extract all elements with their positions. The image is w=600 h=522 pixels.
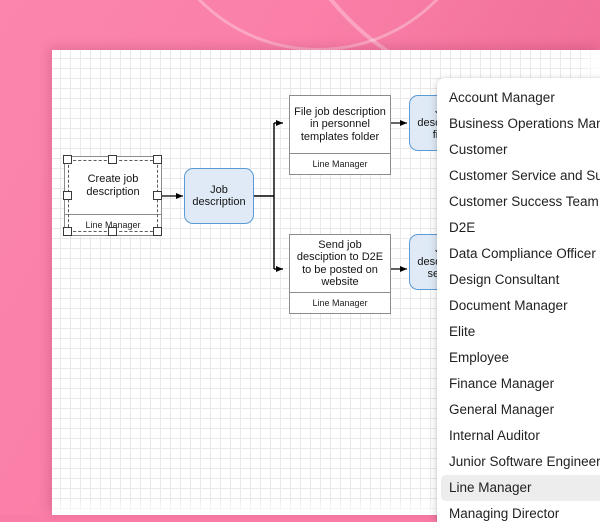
node-label: Create job description <box>86 173 140 198</box>
node-send-job-description[interactable]: Send job desciption to D2E to be posted … <box>289 234 391 314</box>
resize-handle-sw[interactable] <box>63 227 72 236</box>
dropdown-option[interactable]: Design Consultant <box>441 267 600 293</box>
dropdown-option-list[interactable]: Account ManagerBusiness Operations Manag… <box>437 85 600 522</box>
node-lane-label: Line Manager <box>290 292 390 313</box>
dropdown-option[interactable]: Data Compliance Officer <box>441 241 600 267</box>
dropdown-option[interactable]: Customer <box>441 137 600 163</box>
resize-handle-n[interactable] <box>108 155 117 164</box>
dropdown-option[interactable]: Junior Software Engineer <box>441 449 600 475</box>
node-label: Send job desciption to D2E to be posted … <box>296 238 384 289</box>
resize-handle-s[interactable] <box>108 227 117 236</box>
node-create-job-description[interactable]: Create job description Line Manager <box>64 156 162 236</box>
dropdown-option[interactable]: Employee <box>441 345 600 371</box>
dropdown-option[interactable]: General Manager <box>441 397 600 423</box>
dropdown-option[interactable]: D2E <box>441 215 600 241</box>
resize-handle-e[interactable] <box>153 191 162 200</box>
resize-handle-nw[interactable] <box>63 155 72 164</box>
dropdown-option[interactable]: Account Manager <box>441 85 600 111</box>
node-job-description[interactable]: Job description <box>184 168 254 224</box>
dropdown-option[interactable]: Document Manager <box>441 293 600 319</box>
dropdown-option[interactable]: Customer Success Team <box>441 189 600 215</box>
node-file-job-description[interactable]: File job description in personnel templa… <box>289 95 391 175</box>
node-lane-label: Line Manager <box>290 153 390 174</box>
node-label: Job description <box>192 183 246 209</box>
resize-handle-w[interactable] <box>63 191 72 200</box>
node-label: File job description in personnel templa… <box>294 105 386 143</box>
resize-handle-se[interactable] <box>153 227 162 236</box>
dropdown-option[interactable]: Elite <box>441 319 600 345</box>
dropdown-option[interactable]: Business Operations Manager <box>441 111 600 137</box>
dropdown-option[interactable]: Customer Service and Support <box>441 163 600 189</box>
role-dropdown-menu[interactable]: Account ManagerBusiness Operations Manag… <box>437 78 600 522</box>
dropdown-option[interactable]: Managing Director <box>441 501 600 522</box>
dropdown-option[interactable]: Line Manager <box>441 475 600 501</box>
resize-handle-ne[interactable] <box>153 155 162 164</box>
dropdown-option[interactable]: Internal Auditor <box>441 423 600 449</box>
dropdown-option[interactable]: Finance Manager <box>441 371 600 397</box>
